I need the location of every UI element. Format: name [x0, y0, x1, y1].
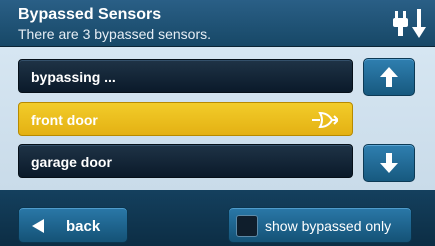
list-item-garage-door[interactable]: garage door: [18, 144, 353, 178]
back-button[interactable]: back: [18, 207, 128, 243]
triangle-left-icon: [32, 219, 44, 233]
list-item-label: front door: [31, 112, 98, 128]
header-bar: Bypassed Sensors There are 3 bypassed se…: [0, 0, 435, 47]
scroll-down-button[interactable]: [363, 144, 415, 182]
arrow-down-icon: [380, 153, 398, 173]
page-title: Bypassed Sensors: [18, 6, 162, 23]
show-bypassed-only-toggle[interactable]: show bypassed only: [228, 207, 412, 243]
list-item-label: garage door: [31, 154, 112, 170]
back-button-label: back: [66, 218, 101, 235]
page-subtitle: There are 3 bypassed sensors.: [18, 26, 211, 42]
bypass-gate-icon: [312, 111, 338, 129]
scroll-up-button[interactable]: [363, 58, 415, 96]
show-bypassed-checkbox[interactable]: [236, 215, 258, 237]
list-item-bypassing[interactable]: bypassing ...: [18, 59, 353, 93]
list-item-front-door[interactable]: front door: [18, 102, 353, 136]
arrow-up-icon: [380, 67, 398, 87]
list-item-label: bypassing ...: [31, 69, 116, 85]
sensor-list-panel: bypassing ... front door garage door: [0, 47, 435, 190]
plug-unplug-icon: [393, 9, 426, 38]
footer-bar: back show bypassed only: [0, 190, 435, 246]
show-bypassed-label: show bypassed only: [265, 218, 392, 234]
